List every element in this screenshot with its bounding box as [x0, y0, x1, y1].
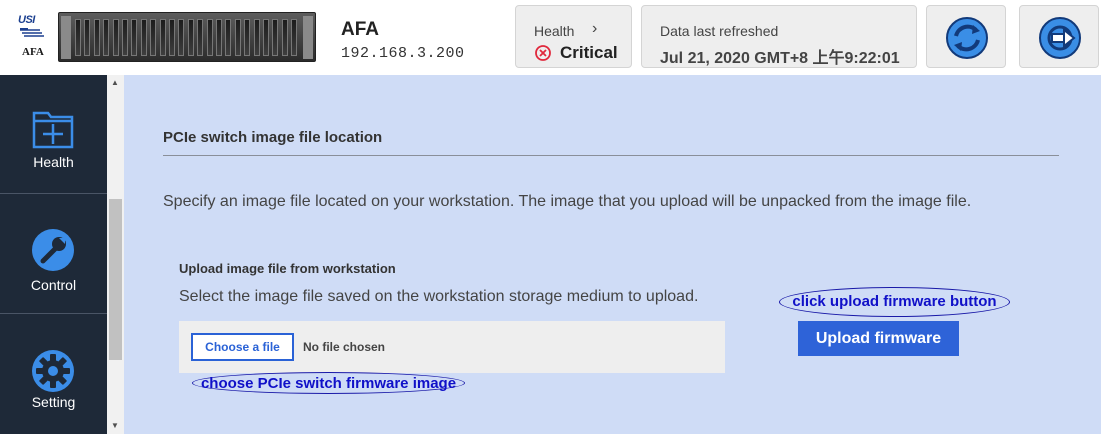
drive-bay	[197, 19, 204, 56]
health-label: Health	[534, 23, 575, 39]
upload-title: Upload image file from workstation	[179, 261, 396, 276]
choose-file-button[interactable]: Choose a file	[191, 333, 294, 361]
sidebar-item-label: Setting	[31, 394, 76, 410]
file-input-area: Choose a file No file chosen	[179, 321, 725, 373]
logo-wing-icon	[20, 28, 44, 37]
top-header: USI AFA AFA 192.168.3.200 Health › Criti…	[0, 0, 1101, 75]
drive-bay	[150, 19, 157, 56]
drive-bay	[131, 19, 138, 56]
sidebar-item-health[interactable]: Health	[0, 75, 107, 194]
drive-bay	[93, 19, 100, 56]
drive-bay	[187, 19, 194, 56]
drive-bay	[112, 19, 119, 56]
chassis-ear	[61, 16, 71, 59]
drive-bay	[225, 19, 232, 56]
logo-brand: USI	[18, 14, 35, 26]
drive-bay	[291, 19, 298, 56]
drive-bay	[140, 19, 147, 56]
sidebar-item-control[interactable]: Control	[0, 195, 107, 314]
chevron-right-icon: ›	[592, 20, 598, 37]
drive-bay	[75, 19, 81, 56]
sidebar-nav: Health Control Setting	[0, 75, 107, 434]
sidebar-item-setting[interactable]: Setting	[0, 315, 107, 434]
sync-button[interactable]	[926, 5, 1006, 68]
choose-callout-annotation: choose PCIe switch firmware image	[192, 372, 465, 394]
file-status: No file chosen	[303, 340, 386, 354]
server-chassis-image	[58, 12, 316, 62]
drive-bay	[263, 19, 269, 56]
drive-bay	[253, 19, 260, 56]
system-ip: 192.168.3.200	[341, 45, 465, 62]
upload-description: Select the image file saved on the works…	[179, 288, 699, 305]
critical-x-icon	[535, 45, 551, 61]
drive-bay	[234, 19, 241, 56]
drive-bay	[122, 19, 128, 56]
drive-bay	[159, 19, 166, 56]
drive-bay	[169, 19, 175, 56]
drive-bay	[216, 19, 222, 56]
scroll-down-icon[interactable]: ▼	[111, 421, 119, 430]
section-title: PCIe switch image file location	[163, 129, 383, 146]
sidebar-item-label: Health	[33, 154, 74, 170]
drive-bay	[84, 19, 91, 56]
drive-bay	[103, 19, 110, 56]
drive-bay	[206, 19, 213, 56]
wrench-icon	[32, 229, 74, 271]
sidebar-item-label: Control	[30, 277, 77, 293]
section-description: Specify an image file located on your wo…	[163, 193, 972, 210]
logout-button[interactable]	[1019, 5, 1099, 68]
app-root: USI AFA AFA 192.168.3.200 Health › Criti…	[0, 0, 1101, 434]
usi-afa-logo: USI AFA	[18, 12, 52, 62]
health-status: Critical	[560, 43, 618, 62]
refresh-label: Data last refreshed	[660, 23, 779, 39]
upload-callout-annotation: click upload firmware button	[779, 287, 1010, 317]
scrollbar-thumb[interactable]	[109, 199, 122, 360]
main-content: PCIe switch image file location Specify …	[124, 75, 1101, 434]
logout-icon	[1039, 17, 1081, 59]
sidebar-scrollbar[interactable]: ▲ ▼	[107, 75, 124, 434]
system-name: AFA	[341, 19, 379, 40]
drive-bay	[281, 19, 288, 56]
section-divider	[163, 155, 1059, 156]
logo-label: AFA	[22, 46, 44, 58]
health-status-card[interactable]: Health › Critical	[515, 5, 632, 68]
data-refresh-card: Data last refreshed Jul 21, 2020 GMT+8 上…	[641, 5, 917, 68]
gear-icon	[32, 350, 74, 392]
health-folder-icon	[32, 111, 74, 149]
drive-bay	[272, 19, 279, 56]
refresh-timestamp: Jul 21, 2020 GMT+8 上午9:22:01	[660, 50, 900, 67]
drive-bay	[178, 19, 185, 56]
scroll-up-icon[interactable]: ▲	[111, 78, 119, 87]
upload-firmware-button[interactable]: Upload firmware	[798, 321, 959, 356]
drive-bay	[244, 19, 251, 56]
chassis-ear	[303, 16, 313, 59]
sync-icon	[946, 17, 988, 59]
